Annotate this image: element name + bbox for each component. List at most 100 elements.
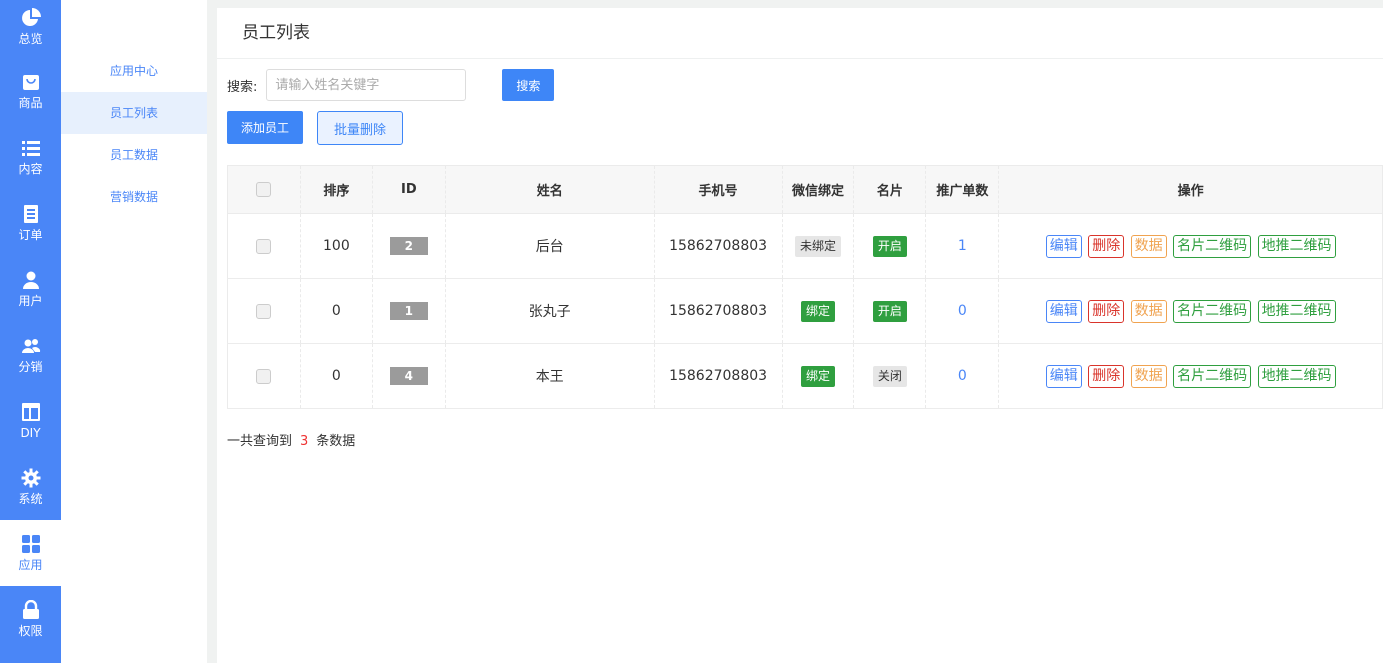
nav-item-users[interactable]: 用户 [0,256,61,322]
data-button[interactable]: 数据 [1130,299,1167,323]
select-all-cell [227,165,301,214]
actions-cell: 编辑 删除 数据 名片二维码 地推二维码 [998,343,1383,409]
user-icon [22,271,39,289]
delete-button[interactable]: 删除 [1088,299,1125,323]
promotion-count[interactable]: 0 [958,368,967,384]
card-qrcode-button[interactable]: 名片二维码 [1173,364,1252,388]
delete-button[interactable]: 删除 [1088,364,1125,388]
promo-qrcode-button[interactable]: 地推二维码 [1257,234,1336,258]
sub-item-staff-data[interactable]: 员工数据 [61,134,207,176]
table-row: 100 2 后台 15862708803 未绑定 开启 1 编辑 删除 数据 名… [227,213,1383,279]
nav-item-orders[interactable]: 订单 [0,190,61,256]
nav-item-diy[interactable]: DIY [0,388,61,454]
row-select-cell [227,278,301,344]
nav-item-system[interactable]: 系统 [0,454,61,520]
card-cell: 关闭 [853,343,927,409]
id-badge: 2 [389,237,428,255]
shopping-bag-icon [22,75,39,90]
promotion-count[interactable]: 0 [958,303,967,319]
row-checkbox[interactable] [256,303,272,319]
data-button[interactable]: 数据 [1130,234,1167,258]
nav-item-goods[interactable]: 商品 [0,58,61,124]
list-icon [21,141,40,156]
col-header-actions: 操作 [998,165,1383,214]
add-staff-button[interactable]: 添加员工 [227,111,303,144]
card-cell: 开启 [853,278,927,344]
sort-cell: 0 [300,278,373,344]
card-qrcode-button[interactable]: 名片二维码 [1173,234,1252,258]
row-select-cell [227,213,301,279]
nav-item-distribution[interactable]: 分销 [0,322,61,388]
search-label: 搜索: [227,79,258,95]
sort-cell: 100 [300,213,373,279]
card-status-badge[interactable]: 开启 [872,235,907,257]
col-header-wechat: 微信绑定 [782,165,855,214]
result-summary: 一共查询到 3 条数据 [227,430,355,449]
phone-cell: 15862708803 [654,343,783,409]
card-status-badge[interactable]: 开启 [872,300,907,322]
page-title: 员工列表 [217,8,1383,59]
nav-label: 系统 [18,492,43,506]
sub-item-app-center[interactable]: 应用中心 [61,50,207,92]
gear-icon [21,468,40,488]
actions-cell: 编辑 删除 数据 名片二维码 地推二维码 [998,213,1383,279]
nav-item-apps[interactable]: 应用 [0,520,61,586]
summary-prefix: 一共查询到 [227,434,293,449]
row-select-cell [227,343,301,409]
count-cell: 0 [925,278,1000,344]
id-badge: 1 [389,302,428,320]
nav-label: 商品 [18,96,43,110]
nav-label: 订单 [18,228,43,242]
grid-icon [21,535,40,553]
delete-button[interactable]: 删除 [1088,234,1125,258]
nav-item-overview[interactable]: 总览 [0,0,61,58]
edit-button[interactable]: 编辑 [1045,299,1082,323]
card-qrcode-button[interactable]: 名片二维码 [1173,299,1252,323]
promo-qrcode-button[interactable]: 地推二维码 [1257,364,1336,388]
lock-icon [22,600,39,619]
search-input[interactable] [266,69,467,101]
staff-table: 排序 ID 姓名 手机号 微信绑定 名片 推广单数 操作 100 2 后台 15… [227,165,1383,409]
nav-label: 应用 [18,558,43,572]
edit-button[interactable]: 编辑 [1045,364,1082,388]
search-button[interactable]: 搜索 [502,69,555,101]
nav-label: 权限 [18,624,43,638]
col-header-name: 姓名 [445,165,655,214]
nav-label: 内容 [18,162,43,176]
count-cell: 0 [925,343,1000,409]
nav-label: 分销 [18,360,43,374]
wechat-status-badge: 绑定 [800,300,835,322]
edit-button[interactable]: 编辑 [1045,234,1082,258]
select-all-checkbox[interactable] [256,182,272,197]
search-bar: 搜索: 搜索 [227,69,555,101]
name-cell: 后台 [445,213,655,279]
sub-item-marketing-data[interactable]: 营销数据 [61,176,207,218]
actions-cell: 编辑 删除 数据 名片二维码 地推二维码 [998,278,1383,344]
row-checkbox[interactable] [256,238,272,254]
sub-item-staff-list[interactable]: 员工列表 [61,92,207,134]
data-button[interactable]: 数据 [1130,364,1167,388]
nav-item-content[interactable]: 内容 [0,124,61,190]
id-cell: 4 [372,343,446,409]
action-buttons: 添加员工 批量删除 [227,111,403,145]
sort-cell: 0 [300,343,373,409]
id-badge: 4 [389,367,428,385]
card-status-badge[interactable]: 关闭 [872,365,907,387]
promo-qrcode-button[interactable]: 地推二维码 [1257,299,1336,323]
users-icon [21,339,40,353]
nav-label: DIY [20,426,41,440]
table-row: 0 1 张丸子 15862708803 绑定 开启 0 编辑 删除 数据 名片二… [227,278,1383,344]
name-cell: 张丸子 [445,278,655,344]
id-cell: 1 [372,278,446,344]
result-count: 3 [300,434,309,449]
batch-delete-button[interactable]: 批量删除 [317,111,403,145]
col-header-phone: 手机号 [654,165,783,214]
wechat-cell: 未绑定 [782,213,855,279]
sub-menu: 应用中心 员工列表 员工数据 营销数据 [61,0,207,663]
nav-item-permissions[interactable]: 权限 [0,586,61,652]
document-icon [23,205,38,223]
row-checkbox[interactable] [256,368,272,384]
promotion-count[interactable]: 1 [958,238,967,254]
wechat-cell: 绑定 [782,278,855,344]
main-panel: 员工列表 搜索: 搜索 添加员工 批量删除 排序 ID 姓名 手机号 微信绑定 … [217,8,1383,663]
